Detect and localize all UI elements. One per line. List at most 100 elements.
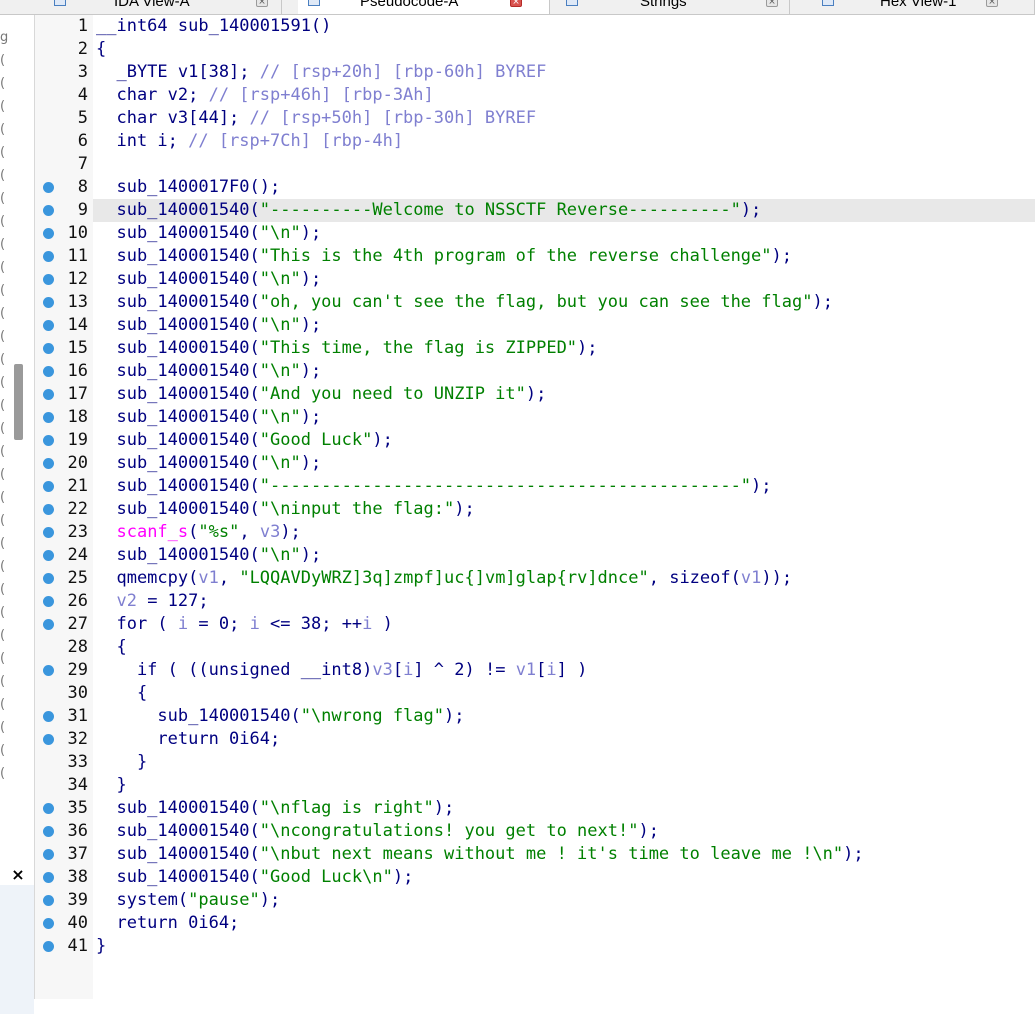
line-number: 27 [67,614,88,634]
code-line[interactable]: 29 if ( ((unsigned __int8)v3[i] ^ 2) != … [0,659,1035,682]
code-text: sub_140001540("\n"); [96,314,321,337]
breakpoint-dot-icon[interactable] [43,297,54,308]
code-line[interactable]: 25 qmemcpy(v1, "LQQAVDyWRZ]3q]zmpf]uc{]v… [0,567,1035,590]
code-text: char v3[44]; // [rsp+50h] [rbp-30h] BYRE… [96,107,536,130]
breakpoint-dot-icon[interactable] [43,274,54,285]
code-line[interactable]: 18 sub_140001540("\n"); [0,406,1035,429]
breakpoint-dot-icon[interactable] [43,458,54,469]
breakpoint-dot-icon[interactable] [43,251,54,262]
code-line[interactable]: 15 sub_140001540("This time, the flag is… [0,337,1035,360]
string-literal: "%s" [198,522,240,542]
close-icon[interactable]: × [510,0,522,7]
code-line[interactable]: 12 sub_140001540("\n"); [0,268,1035,291]
close-icon[interactable]: × [766,0,778,7]
code-text: sub_1400017F0(); [96,176,280,199]
line-number: 7 [77,154,88,174]
code-line[interactable]: 5 char v3[44]; // [rsp+50h] [rbp-30h] BY… [0,107,1035,130]
tab-pseudocode[interactable]: Pseudocode-A × [298,0,550,14]
code-line[interactable]: 36 sub_140001540("\ncongratulations! you… [0,820,1035,843]
string-literal: "This time, the flag is ZIPPED" [259,338,578,358]
code-line[interactable]: 6 int i; // [rsp+7Ch] [rbp-4h] [0,130,1035,153]
breakpoint-dot-icon[interactable] [43,205,54,216]
breakpoint-dot-icon[interactable] [43,343,54,354]
breakpoint-dot-icon[interactable] [43,412,54,423]
code-line[interactable]: 33 } [0,751,1035,774]
breakpoint-dot-icon[interactable] [43,573,54,584]
code-text: char v2; // [rsp+46h] [rbp-3Ah] [96,84,433,107]
breakpoint-dot-icon[interactable] [43,872,54,883]
close-icon[interactable]: × [256,0,268,7]
code-token: ); [300,361,322,381]
breakpoint-dot-icon[interactable] [43,182,54,193]
breakpoint-dot-icon[interactable] [43,320,54,331]
line-number: 24 [67,545,88,565]
line-number: 28 [67,637,88,657]
breakpoint-dot-icon[interactable] [43,918,54,929]
code-line[interactable]: 17 sub_140001540("And you need to UNZIP … [0,383,1035,406]
string-literal: "\n" [259,361,301,381]
close-icon[interactable]: × [986,0,998,7]
breakpoint-dot-icon[interactable] [43,389,54,400]
code-line[interactable]: 27 for ( i = 0; i <= 38; ++i ) [0,613,1035,636]
code-line[interactable]: 32 return 0i64; [0,728,1035,751]
breakpoint-dot-icon[interactable] [43,849,54,860]
comment: // [rsp+7Ch] [rbp-4h] [188,131,404,151]
breakpoint-dot-icon[interactable] [43,481,54,492]
variable-token: v1 [740,568,762,588]
breakpoint-dot-icon[interactable] [43,803,54,814]
breakpoint-dot-icon[interactable] [43,550,54,561]
breakpoint-dot-icon[interactable] [43,941,54,952]
line-number: 14 [67,315,88,335]
code-line[interactable]: 9 sub_140001540("----------Welcome to NS… [0,199,1035,222]
code-line[interactable]: 26 v2 = 127; [0,590,1035,613]
code-line[interactable]: 24 sub_140001540("\n"); [0,544,1035,567]
breakpoint-dot-icon[interactable] [43,366,54,377]
code-line[interactable]: 30 { [0,682,1035,705]
breakpoint-dot-icon[interactable] [43,665,54,676]
breakpoint-dot-icon[interactable] [43,435,54,446]
breakpoint-dot-icon[interactable] [43,527,54,538]
code-line[interactable]: 13 sub_140001540("oh, you can't see the … [0,291,1035,314]
line-number: 32 [67,729,88,749]
breakpoint-dot-icon[interactable] [43,826,54,837]
code-token: sub_140001540( [96,867,260,887]
code-line[interactable]: 41} [0,935,1035,958]
breakpoint-dot-icon[interactable] [43,228,54,239]
code-line[interactable]: 1 __int64 sub_140001591() [0,15,1035,38]
code-token: sub_140001540( [96,361,260,381]
breakpoint-dot-icon[interactable] [43,711,54,722]
code-line[interactable]: 28 { [0,636,1035,659]
code-line[interactable]: 2{ [0,38,1035,61]
code-line[interactable]: 35 sub_140001540("\nflag is right"); [0,797,1035,820]
code-line[interactable]: 23 scanf_s("%s", v3); [0,521,1035,544]
code-line[interactable]: 21 sub_140001540("----------------------… [0,475,1035,498]
code-line[interactable]: 22 sub_140001540("\ninput the flag:"); [0,498,1035,521]
code-line[interactable]: 7 [0,153,1035,176]
code-line[interactable]: 8 sub_1400017F0(); [0,176,1035,199]
code-line[interactable]: 39 system("pause"); [0,889,1035,912]
code-line[interactable]: 40 return 0i64; [0,912,1035,935]
tab-strings[interactable]: Strings × [550,0,790,14]
breakpoint-dot-icon[interactable] [43,504,54,515]
code-line[interactable]: 4 char v2; // [rsp+46h] [rbp-3Ah] [0,84,1035,107]
breakpoint-dot-icon[interactable] [43,619,54,630]
tab-hex-view[interactable]: Hex View-1 × [802,0,1035,14]
line-number: 11 [67,246,88,266]
code-line[interactable]: 37 sub_140001540("\nbut next means witho… [0,843,1035,866]
breakpoint-dot-icon[interactable] [43,734,54,745]
code-line[interactable]: 11 sub_140001540("This is the 4th progra… [0,245,1035,268]
code-line[interactable]: 10 sub_140001540("\n"); [0,222,1035,245]
code-line[interactable]: 16 sub_140001540("\n"); [0,360,1035,383]
code-token: ); [812,292,833,312]
code-text: for ( i = 0; i <= 38; ++i ) [96,613,392,636]
tab-ida-view[interactable]: IDA View-A × [34,0,282,14]
code-line[interactable]: 20 sub_140001540("\n"); [0,452,1035,475]
code-line[interactable]: 19 sub_140001540("Good Luck"); [0,429,1035,452]
code-line[interactable]: 38 sub_140001540("Good Luck\n"); [0,866,1035,889]
code-line[interactable]: 34 } [0,774,1035,797]
code-line[interactable]: 14 sub_140001540("\n"); [0,314,1035,337]
breakpoint-dot-icon[interactable] [43,895,54,906]
code-line[interactable]: 3 _BYTE v1[38]; // [rsp+20h] [rbp-60h] B… [0,61,1035,84]
breakpoint-dot-icon[interactable] [43,596,54,607]
code-line[interactable]: 31 sub_140001540("\nwrong flag"); [0,705,1035,728]
